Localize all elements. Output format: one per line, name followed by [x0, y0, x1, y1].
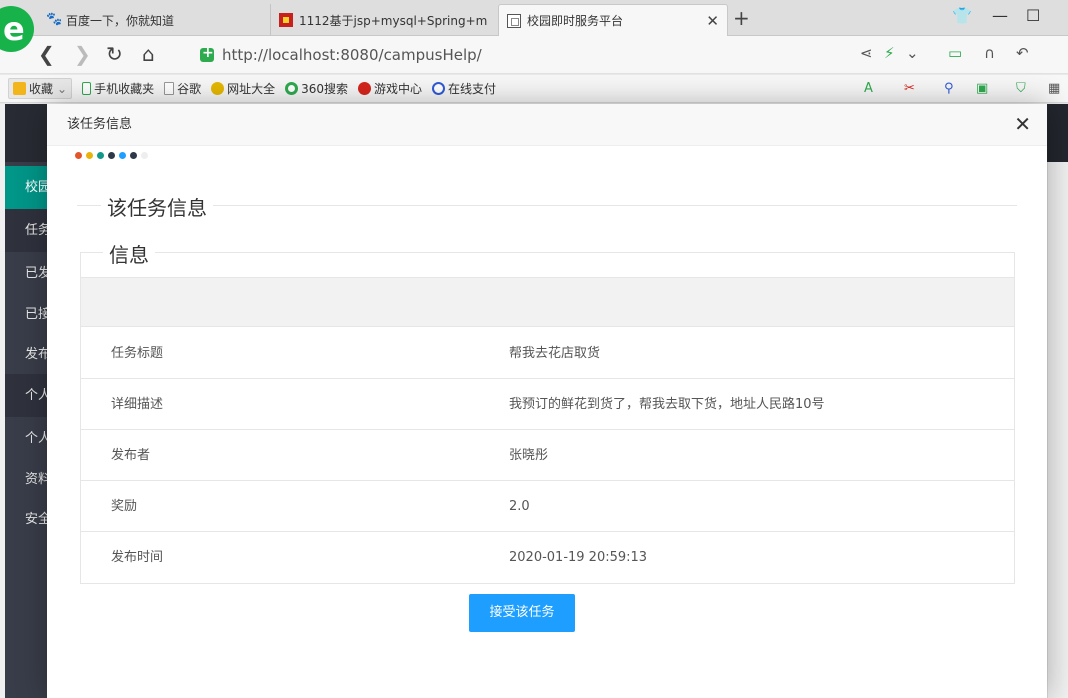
address-bar: ❮ ❯ ↻ ⌂ http://localhost:8080/campusHelp… [0, 36, 1068, 74]
baidu-paw-icon: 🐾 [46, 12, 63, 27]
dot [141, 152, 148, 159]
tab-project[interactable]: 1112基于jsp+mysql+Spring+m [270, 4, 496, 36]
undo-icon[interactable]: ↶ [1016, 44, 1029, 62]
dot [130, 152, 137, 159]
apps-icon[interactable]: ▦ [1048, 81, 1060, 96]
table-row: 详细描述 我预订的鲜花到货了，帮我去取下货，地址人民路10号 [81, 379, 1014, 430]
tab-label: 1112基于jsp+mysql+Spring+m [299, 13, 488, 28]
browser-tab-strip: e 🐾 百度一下，你就知道 1112基于jsp+mysql+Spring+m 校… [0, 0, 1068, 52]
bookmarks-bar: 收藏 ⌄ 手机收藏夹 谷歌 网址大全 360搜索 游戏中心 在线支付 A ✂ ⚲ … [0, 75, 1068, 103]
row-label: 发布者 [111, 448, 151, 463]
row-value: 我预订的鲜花到货了，帮我去取下货，地址人民路10号 [509, 397, 825, 412]
dot [97, 152, 104, 159]
dialog-title: 该任务信息 [47, 104, 1047, 146]
payment-icon [432, 82, 446, 95]
secure-icon [200, 45, 214, 62]
shield-icon[interactable]: ⛉ [1016, 81, 1026, 96]
globe-icon [211, 82, 225, 95]
row-label: 详细描述 [111, 397, 164, 412]
skin-icon[interactable]: 👕 [952, 6, 972, 25]
table-row: 发布者 张晓彤 [81, 430, 1014, 481]
row-value: 2.0 [509, 499, 530, 514]
row-value: 张晓彤 [509, 448, 549, 463]
battery-icon[interactable]: ▭ [948, 44, 962, 62]
maximize-icon[interactable]: ☐ [1026, 6, 1040, 25]
sidebar-item-publish[interactable]: 发布 [5, 333, 47, 376]
sidebar-item-data[interactable]: 资料 [5, 458, 47, 501]
dot [119, 152, 126, 159]
bookmark-360-search[interactable]: 360搜索 [285, 80, 348, 97]
sidebar-item-published[interactable]: 已发 [5, 252, 47, 295]
panel-header [81, 277, 1014, 327]
close-tab-icon[interactable]: ✕ [706, 12, 719, 30]
sidebar-item-security[interactable]: 安全 [5, 498, 47, 541]
url-field[interactable]: http://localhost:8080/campusHelp/ [200, 42, 840, 68]
tab-label: 百度一下，你就知道 [66, 13, 175, 28]
close-icon[interactable]: ✕ [1014, 113, 1031, 135]
share-icon[interactable]: ⋖ [860, 44, 873, 62]
sidebar-header [5, 104, 47, 162]
bookmark-mobile[interactable]: 手机收藏夹 [82, 80, 154, 97]
sidebar-item-campus[interactable]: 校园 [5, 166, 47, 209]
loading-dots [75, 152, 152, 159]
sidebar-item-accepted[interactable]: 已接 [5, 293, 47, 336]
gamepad-icon[interactable]: ▣ [976, 81, 988, 96]
headphone-icon[interactable]: ∩ [984, 44, 995, 62]
sidebar-item-tasks[interactable]: 任务 [5, 209, 47, 252]
dropdown-icon[interactable]: ⌄ [906, 44, 919, 62]
row-label: 任务标题 [111, 346, 164, 361]
lightning-icon[interactable]: ⚡ [884, 44, 895, 62]
bookmark-online-payment[interactable]: 在线支付 [432, 80, 496, 97]
forward-icon[interactable]: ❯ [74, 42, 91, 66]
table-row: 发布时间 2020-01-19 20:59:13 [81, 532, 1014, 583]
game-icon [358, 82, 372, 95]
accept-task-button[interactable]: 接受该任务 [469, 594, 575, 632]
panel-title: 信息 [103, 239, 155, 268]
page-icon [507, 13, 521, 28]
translate-icon[interactable]: A [864, 81, 873, 96]
section-title: 该任务信息 [101, 192, 213, 221]
info-panel: 任务标题 帮我去花店取货 详细描述 我预订的鲜花到货了，帮我去取下货，地址人民路… [80, 252, 1015, 584]
row-label: 奖励 [111, 499, 138, 514]
table-row: 奖励 2.0 [81, 481, 1014, 532]
dot [75, 152, 82, 159]
tab-baidu[interactable]: 🐾 百度一下，你就知道 [38, 4, 266, 36]
sidebar-item-profile[interactable]: 个人 [5, 417, 47, 460]
dot [86, 152, 93, 159]
task-info-dialog: 该任务信息 ✕ 该任务信息 任务标题 帮我去花店取货 详细描述 我预订的鲜花到货… [47, 104, 1047, 698]
url-text: http://localhost:8080/campusHelp/ [222, 46, 482, 64]
bookmark-google[interactable]: 谷歌 [164, 80, 201, 97]
bookmark-site-directory[interactable]: 网址大全 [211, 80, 275, 97]
phone-icon [82, 82, 92, 95]
page-header-edge [1047, 104, 1068, 162]
star-icon [13, 82, 26, 95]
magnifier-icon[interactable]: ⚲ [944, 81, 954, 96]
tab-campus-platform[interactable]: 校园即时服务平台 ✕ [498, 4, 728, 36]
tab-label: 校园即时服务平台 [527, 14, 624, 28]
section-divider [77, 205, 1017, 206]
search-icon [285, 82, 299, 95]
bookmark-game-center[interactable]: 游戏中心 [358, 80, 422, 97]
refresh-icon[interactable]: ↻ [106, 42, 123, 66]
row-label: 发布时间 [111, 550, 164, 565]
new-tab-button[interactable]: + [733, 8, 750, 28]
home-icon[interactable]: ⌂ [142, 42, 155, 66]
page-sidebar: 校园 任务 已发 已接 发布 个人 个人 资料 安全 [5, 104, 47, 698]
page-right-edge [1047, 162, 1068, 698]
document-icon [164, 82, 175, 95]
bookmark-favorites[interactable]: 收藏 ⌄ [8, 78, 73, 99]
minimize-icon[interactable]: — [992, 6, 1008, 25]
sidebar-item-personal[interactable]: 个人 [5, 374, 47, 417]
row-value: 2020-01-19 20:59:13 [509, 550, 648, 565]
table-row: 任务标题 帮我去花店取货 [81, 328, 1014, 379]
row-value: 帮我去花店取货 [509, 346, 601, 361]
scissors-icon[interactable]: ✂ [904, 81, 915, 96]
back-icon[interactable]: ❮ [38, 42, 55, 66]
dot [108, 152, 115, 159]
red-square-icon [279, 13, 293, 27]
